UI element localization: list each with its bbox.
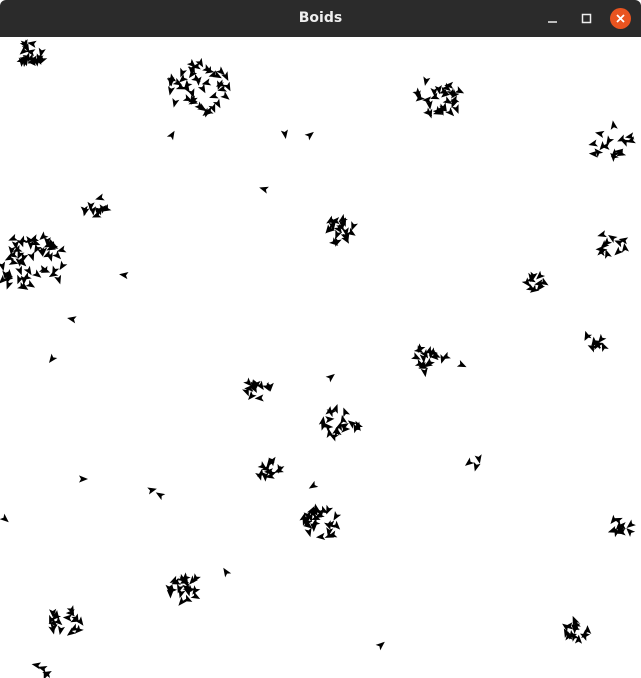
boid bbox=[182, 594, 193, 602]
boid bbox=[168, 85, 176, 96]
boid bbox=[610, 120, 618, 130]
boid bbox=[79, 475, 88, 483]
boid bbox=[423, 76, 431, 86]
boid bbox=[308, 480, 319, 489]
titlebar[interactable]: Boids bbox=[0, 0, 641, 37]
boid bbox=[325, 416, 335, 424]
boid bbox=[209, 91, 219, 99]
boid bbox=[375, 641, 385, 651]
boid bbox=[54, 274, 62, 285]
boid bbox=[597, 230, 607, 238]
boid bbox=[166, 130, 175, 141]
boid bbox=[304, 131, 314, 141]
boid bbox=[23, 265, 32, 276]
boid bbox=[201, 78, 212, 86]
boid bbox=[147, 487, 157, 495]
boid bbox=[52, 250, 62, 260]
boid bbox=[456, 360, 467, 368]
boid bbox=[351, 221, 358, 231]
boid bbox=[329, 237, 339, 246]
boid bbox=[57, 625, 65, 636]
close-button[interactable] bbox=[610, 8, 631, 29]
boid bbox=[411, 352, 421, 360]
boid bbox=[474, 454, 482, 464]
boid bbox=[178, 596, 187, 606]
boid bbox=[34, 243, 42, 254]
boid bbox=[621, 243, 630, 253]
boid bbox=[27, 240, 35, 250]
boid bbox=[62, 614, 73, 622]
boid bbox=[343, 407, 351, 418]
maximize-icon bbox=[581, 13, 592, 24]
boid bbox=[0, 513, 9, 523]
boid bbox=[595, 130, 605, 138]
minimize-button[interactable] bbox=[542, 8, 563, 29]
minimize-icon bbox=[548, 21, 557, 23]
boid bbox=[259, 186, 269, 194]
boids-window: Boids bbox=[0, 0, 641, 678]
boid bbox=[197, 83, 206, 94]
boid bbox=[67, 316, 77, 324]
boid bbox=[304, 527, 312, 538]
boid bbox=[420, 367, 428, 378]
boid bbox=[626, 519, 636, 528]
boid bbox=[48, 353, 58, 363]
boid bbox=[588, 139, 599, 147]
close-icon bbox=[610, 8, 631, 29]
boid bbox=[15, 265, 22, 276]
boid bbox=[315, 532, 326, 540]
boid bbox=[340, 414, 348, 425]
boid bbox=[220, 91, 230, 100]
boid bbox=[277, 464, 285, 474]
boid bbox=[423, 107, 433, 117]
boid bbox=[223, 567, 232, 578]
boids-canvas[interactable] bbox=[0, 37, 641, 678]
boid bbox=[155, 492, 166, 501]
boid bbox=[0, 261, 6, 272]
boid bbox=[95, 193, 105, 201]
boid bbox=[172, 98, 180, 108]
boid bbox=[464, 457, 475, 466]
maximize-button[interactable] bbox=[576, 8, 597, 29]
boid bbox=[333, 511, 342, 521]
boid bbox=[325, 373, 335, 383]
boid bbox=[280, 129, 288, 139]
boid bbox=[27, 251, 35, 262]
boid bbox=[190, 591, 201, 600]
boid bbox=[584, 625, 592, 635]
boid bbox=[119, 272, 129, 280]
boid bbox=[614, 246, 624, 256]
boid bbox=[59, 260, 68, 271]
